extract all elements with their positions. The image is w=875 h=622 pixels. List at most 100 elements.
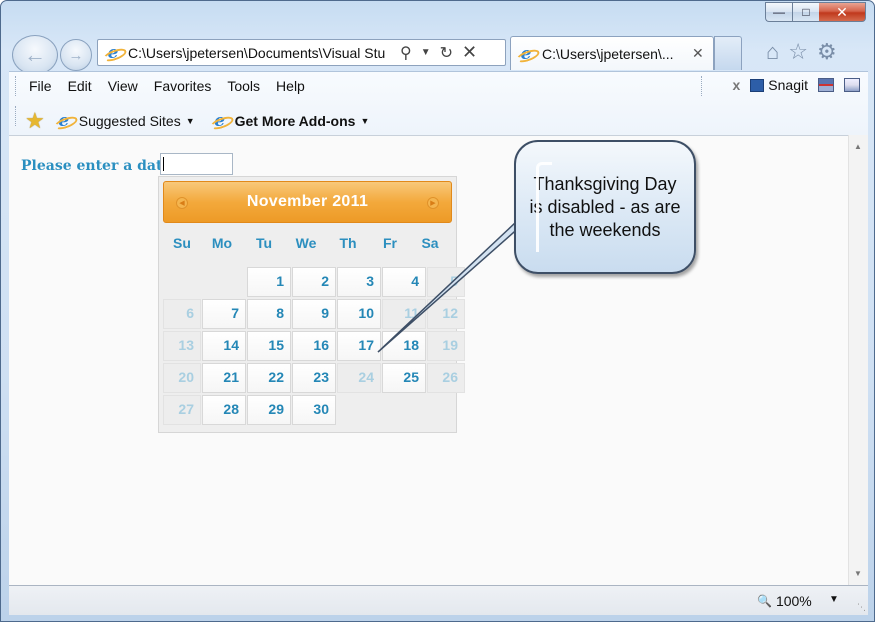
day-cell[interactable]: 28 <box>202 395 246 425</box>
snagit-label: Snagit <box>768 77 808 93</box>
suggested-sites-label: Suggested Sites <box>78 113 181 129</box>
forward-button[interactable]: → <box>60 39 92 71</box>
menu-file[interactable]: File <box>27 78 60 94</box>
next-month-button[interactable]: ▶ <box>427 197 439 209</box>
back-arrow-icon: ← <box>24 42 46 67</box>
day-cell[interactable]: 21 <box>202 363 246 393</box>
close-window-button[interactable]: ✕ <box>819 2 866 22</box>
datepicker-grid: 1 2 3 4 5 6 7 8 9 10 11 12 13 14 15 16 1… <box>163 267 466 427</box>
week-row: 6 7 8 9 10 11 12 <box>163 299 466 329</box>
close-toolbar-icon[interactable]: x <box>733 77 741 93</box>
addon-grip[interactable] <box>701 76 704 96</box>
ie-suggested-icon: e <box>55 111 73 131</box>
minimize-button[interactable]: — <box>765 2 792 22</box>
tab-close-icon[interactable]: ✕ <box>692 45 704 62</box>
day-cell[interactable]: 17 <box>337 331 381 361</box>
day-cell-disabled: 12 <box>427 299 465 329</box>
browser-window: — □ ✕ ← → e C:\Users\jpetersen\Documents… <box>0 0 875 622</box>
resize-grip-icon[interactable]: ⋱ <box>857 602 866 613</box>
prev-month-button[interactable]: ◀ <box>176 197 188 209</box>
menu-grip[interactable] <box>15 76 18 96</box>
refresh-icon[interactable]: ↻ <box>440 43 453 63</box>
day-cell[interactable]: 2 <box>292 267 336 297</box>
day-cell <box>382 395 426 425</box>
day-cell-disabled: 13 <box>163 331 201 361</box>
back-button[interactable]: ← <box>12 35 58 75</box>
day-cell[interactable]: 30 <box>292 395 336 425</box>
callout-highlight <box>536 162 552 252</box>
day-cell[interactable]: 8 <box>247 299 291 329</box>
zoom-icon: 🔍 <box>757 594 772 608</box>
dow-tuesday: Tu <box>255 235 273 251</box>
day-cell[interactable]: 16 <box>292 331 336 361</box>
maximize-icon: □ <box>802 5 810 19</box>
address-text[interactable]: C:\Users\jpetersen\Documents\Visual Stu <box>128 45 396 61</box>
week-row: 20 21 22 23 24 25 26 <box>163 363 466 393</box>
dow-friday: Fr <box>383 235 397 251</box>
favorites-grip[interactable] <box>15 106 18 126</box>
datepicker-header: ◀ November 2011 ▶ <box>163 181 452 223</box>
day-cell[interactable]: 23 <box>292 363 336 393</box>
scroll-down-icon[interactable]: ▼ <box>854 569 862 578</box>
day-cell[interactable]: 10 <box>337 299 381 329</box>
date-label: Please enter a date: <box>21 158 177 174</box>
vertical-scrollbar[interactable]: ▲ ▼ <box>848 135 868 585</box>
ie-page-icon: e <box>104 43 122 63</box>
new-tab-button[interactable] <box>714 36 742 70</box>
add-favorites-star-icon[interactable]: ★ <box>25 108 45 134</box>
day-cell-disabled: 26 <box>427 363 465 393</box>
gear-icon[interactable]: ⚙ <box>817 39 837 65</box>
menu-tools[interactable]: Tools <box>225 78 268 94</box>
scroll-up-icon[interactable]: ▲ <box>854 142 862 151</box>
zoom-control[interactable]: 🔍 100% <box>757 593 812 609</box>
menu-bar: File Edit View Favorites Tools Help <box>27 78 319 94</box>
dropdown-arrow-icon[interactable]: ▼ <box>421 47 431 58</box>
day-cell[interactable]: 7 <box>202 299 246 329</box>
day-cell[interactable]: 1 <box>247 267 291 297</box>
get-more-addons-button[interactable]: e Get More Add-ons ▼ <box>211 111 369 131</box>
minimize-icon: — <box>773 5 785 19</box>
dow-wednesday: We <box>295 235 317 251</box>
home-icon[interactable]: ⌂ <box>766 39 779 65</box>
zoom-dropdown-icon[interactable]: ▼ <box>829 594 839 605</box>
search-icon[interactable]: ⚲ <box>400 43 412 63</box>
close-icon: ✕ <box>836 3 848 20</box>
snagit-button[interactable]: Snagit <box>750 77 808 93</box>
maximize-button[interactable]: □ <box>792 2 819 22</box>
menu-edit[interactable]: Edit <box>66 78 100 94</box>
address-bar[interactable]: e C:\Users\jpetersen\Documents\Visual St… <box>97 39 506 66</box>
day-cell <box>337 395 381 425</box>
day-cell[interactable]: 25 <box>382 363 426 393</box>
menu-view[interactable]: View <box>106 78 146 94</box>
datepicker-title: November 2011 <box>246 193 369 210</box>
addon-toolbar: x Snagit <box>733 77 860 93</box>
day-cell[interactable]: 15 <box>247 331 291 361</box>
day-cell[interactable]: 29 <box>247 395 291 425</box>
day-cell[interactable]: 18 <box>382 331 426 361</box>
day-cell[interactable]: 14 <box>202 331 246 361</box>
day-cell[interactable]: 9 <box>292 299 336 329</box>
dow-thursday: Th <box>339 235 357 251</box>
tab-title: C:\Users\jpetersen\... <box>542 45 674 62</box>
stop-icon[interactable]: ✕ <box>462 42 477 63</box>
day-cell-disabled: 5 <box>427 267 465 297</box>
day-cell[interactable]: 22 <box>247 363 291 393</box>
dow-sunday: Su <box>173 235 191 251</box>
menu-help[interactable]: Help <box>274 78 313 94</box>
day-cell[interactable]: 3 <box>337 267 381 297</box>
snagit-icon <box>750 78 765 92</box>
dow-monday: Mo <box>211 235 233 251</box>
snagit-capture-icon[interactable] <box>818 78 834 92</box>
date-input[interactable] <box>160 153 233 175</box>
day-cell[interactable]: 4 <box>382 267 426 297</box>
menu-favorites[interactable]: Favorites <box>152 78 220 94</box>
favorites-bar: ★ e Suggested Sites ▼ e Get More Add-ons… <box>25 108 369 134</box>
snagit-editor-icon[interactable] <box>844 78 860 92</box>
navigation-bar: ← → e C:\Users\jpetersen\Documents\Visua… <box>9 34 869 75</box>
day-cell-disabled: 27 <box>163 395 201 425</box>
browser-right-icons: ⌂ ☆ ⚙ <box>766 39 837 65</box>
favorites-star-icon[interactable]: ☆ <box>788 39 808 65</box>
suggested-sites-button[interactable]: e Suggested Sites ▼ <box>55 111 194 131</box>
day-cell-thanksgiving-disabled: 24 <box>337 363 381 393</box>
tab-current-page[interactable]: e C:\Users\jpetersen\... ✕ <box>510 36 714 70</box>
